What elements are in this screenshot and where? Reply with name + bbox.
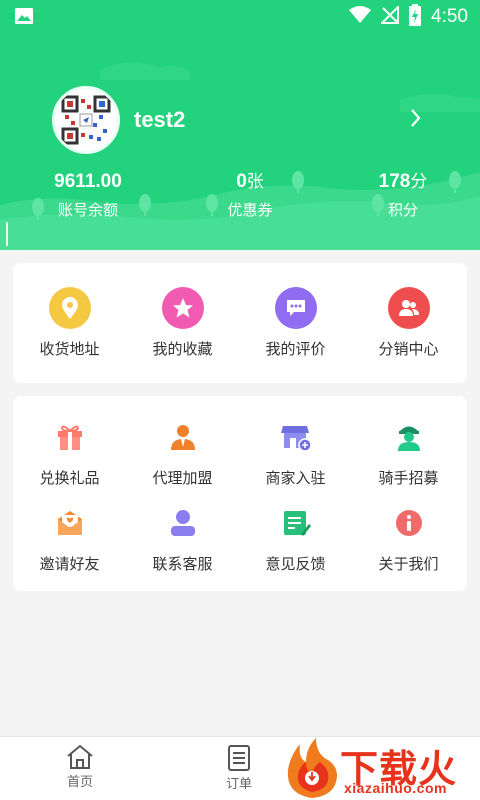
service-item-about[interactable]: 关于我们 (352, 502, 465, 574)
service-item-label: 兑换礼品 (39, 469, 100, 487)
menu-item-label: 我的评价 (265, 340, 326, 358)
avatar[interactable] (52, 86, 120, 154)
info-icon (388, 502, 430, 544)
status-time: 4:50 (431, 6, 468, 27)
profile-info[interactable]: test2 (52, 86, 185, 154)
orders-icon (228, 745, 250, 771)
service-item-label: 联系客服 (152, 555, 213, 573)
no-signal-icon (379, 4, 400, 28)
stat-label: 账号余额 (57, 201, 118, 219)
service-item-label: 邀请好友 (39, 555, 100, 573)
agent-icon (162, 416, 204, 458)
flame-logo-icon (287, 738, 337, 798)
nav-item-label: 订单 (225, 777, 252, 792)
service-item-label: 骑手招募 (378, 469, 439, 487)
profile-header: 4:50 test2 9611.00 账号余额 0张 优惠券 178分 积分 (0, 0, 480, 250)
service-item-agent[interactable]: 代理加盟 (126, 416, 239, 488)
feedback-icon (275, 502, 317, 544)
nav-item-home[interactable]: 首页 (40, 743, 120, 791)
chevron-right-icon[interactable] (404, 104, 426, 132)
quick-menu-card: 收货地址 我的收藏 我的评价 分销中心 (13, 263, 467, 383)
stat-unit: 张 (246, 172, 264, 191)
nav-item-orders[interactable]: 订单 (199, 743, 279, 793)
qr-code-image (61, 95, 111, 145)
stat-points[interactable]: 178分 积分 (348, 168, 458, 224)
contact-icon (162, 502, 204, 544)
menu-item-reviews[interactable]: 我的评价 (239, 287, 352, 359)
menu-item-label: 分销中心 (378, 340, 439, 358)
services-card: 兑换礼品 代理加盟 商家入驻 骑手招募 邀请好友 联系客服 意见反馈 关于我们 (13, 396, 467, 591)
stat-unit: 分 (410, 172, 428, 191)
watermark-url: xiazaihuo.com (344, 780, 447, 796)
stat-value: 9611.00 (54, 171, 122, 192)
location-pin-icon (48, 287, 91, 329)
wifi-icon (349, 6, 372, 28)
store-icon (275, 416, 317, 458)
nav-item-label: 首页 (66, 775, 93, 790)
stat-label: 积分 (387, 201, 418, 219)
home-icon (67, 744, 93, 769)
chat-bubble-icon (274, 287, 317, 329)
service-item-feedback[interactable]: 意见反馈 (239, 502, 352, 574)
stat-coupons[interactable]: 0张 优惠券 (195, 168, 305, 224)
rider-icon (388, 416, 430, 458)
menu-item-label: 我的收藏 (152, 340, 213, 358)
menu-item-distribution[interactable]: 分销中心 (352, 287, 465, 359)
service-item-merchant[interactable]: 商家入驻 (239, 416, 352, 488)
people-icon (387, 287, 430, 329)
username: test2 (134, 107, 186, 132)
watermark-logo: 下载火 xiazaihuo.com (282, 736, 480, 800)
stat-label: 优惠券 (227, 201, 273, 219)
envelope-icon (49, 502, 91, 544)
gift-icon (49, 416, 91, 458)
divider (6, 222, 8, 246)
menu-item-label: 收货地址 (39, 340, 100, 358)
service-item-gifts[interactable]: 兑换礼品 (13, 416, 126, 488)
service-item-support[interactable]: 联系客服 (126, 502, 239, 574)
menu-item-address[interactable]: 收货地址 (13, 287, 126, 359)
service-item-label: 关于我们 (378, 555, 439, 573)
stat-value: 178 (378, 171, 411, 192)
star-icon (161, 287, 204, 329)
service-item-invite[interactable]: 邀请好友 (13, 502, 126, 574)
menu-item-favorites[interactable]: 我的收藏 (126, 287, 239, 359)
stat-balance[interactable]: 9611.00 账号余额 (33, 168, 143, 224)
stat-value: 0 (236, 171, 247, 192)
status-bar: 4:50 (0, 0, 480, 32)
battery-charging-icon (409, 4, 422, 30)
gallery-notification-icon (14, 7, 34, 29)
service-item-label: 意见反馈 (265, 555, 326, 573)
service-item-label: 商家入驻 (265, 469, 326, 487)
service-item-rider[interactable]: 骑手招募 (352, 416, 465, 488)
service-item-label: 代理加盟 (152, 469, 213, 487)
